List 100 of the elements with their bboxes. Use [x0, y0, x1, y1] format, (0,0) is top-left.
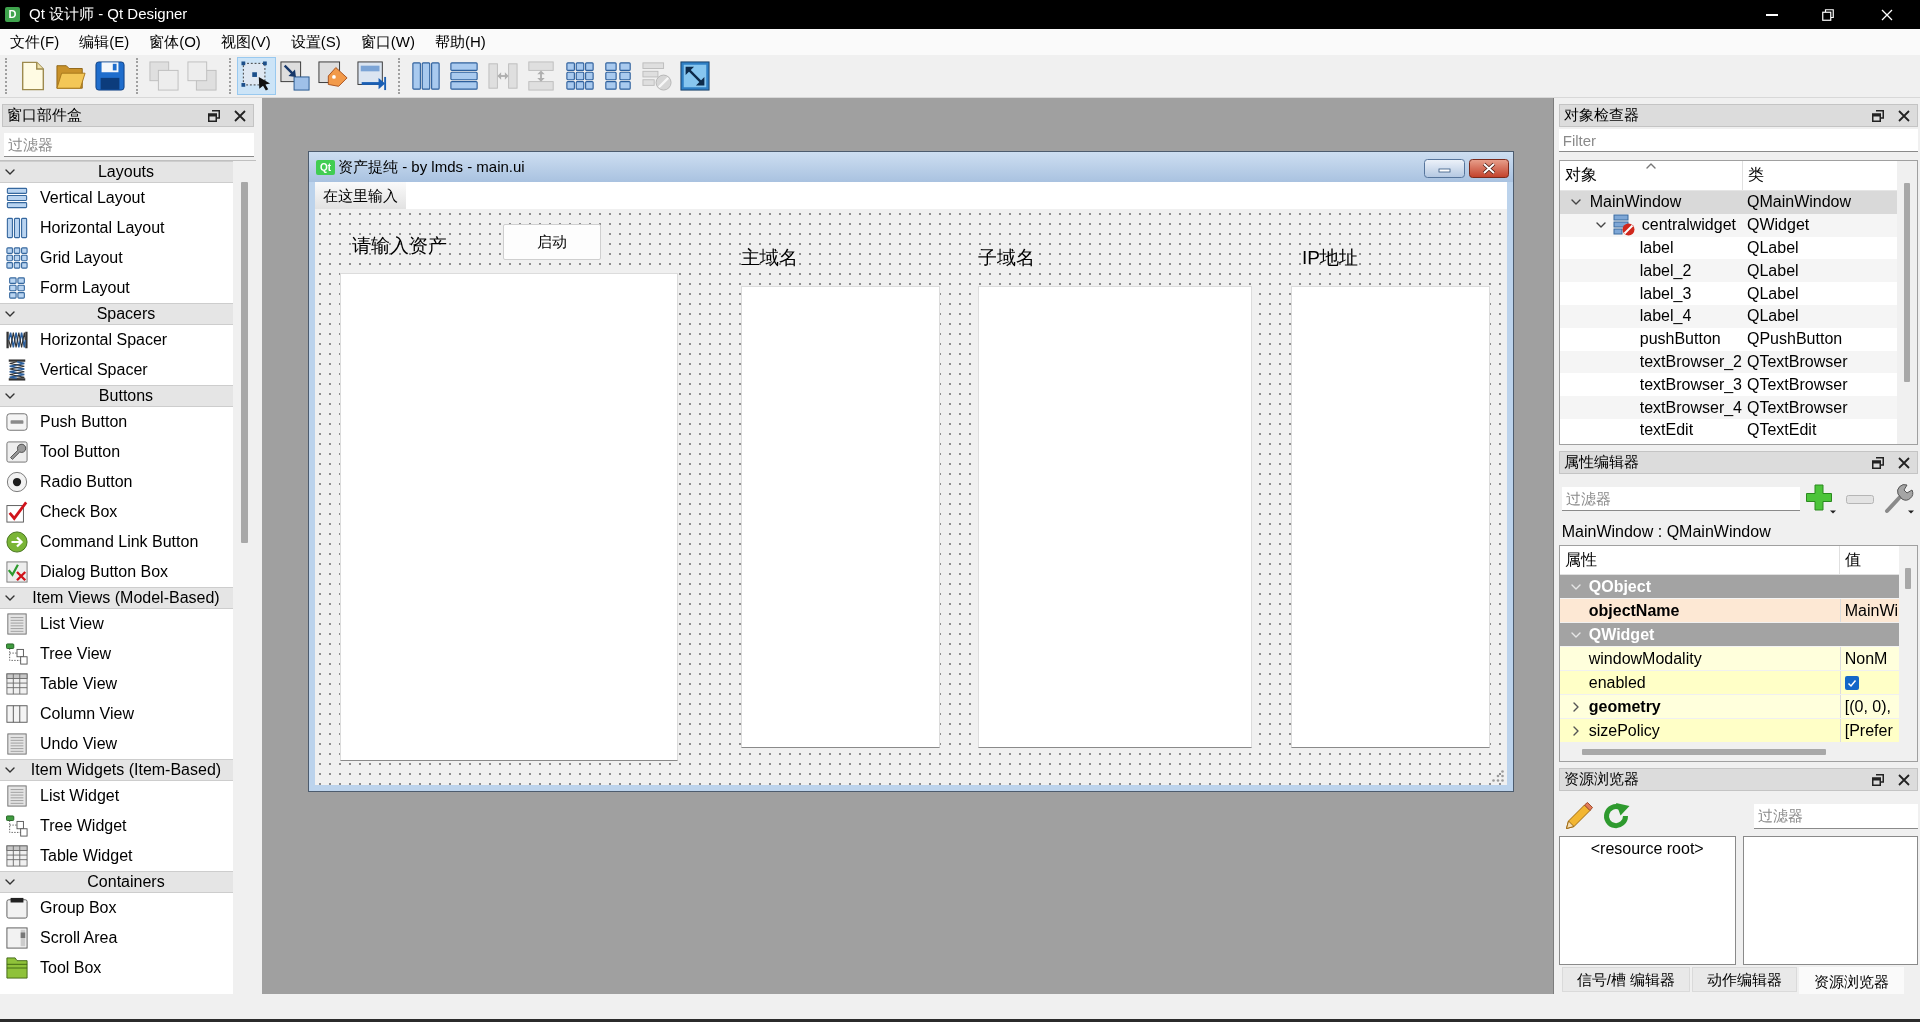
widget-item[interactable]: Vertical Spacer: [0, 355, 233, 385]
widget-item[interactable]: Vertical Layout: [0, 183, 233, 213]
widget-item[interactable]: Dialog Button Box: [0, 557, 233, 587]
resource-root[interactable]: <resource root>: [1590, 840, 1704, 858]
widget-item[interactable]: Form Layout: [0, 273, 233, 303]
menu-item[interactable]: 窗口(W): [351, 30, 424, 54]
widget-item[interactable]: Tree Widget: [0, 811, 233, 841]
widget-item[interactable]: Check Box: [0, 497, 233, 527]
column-header: 属性: [1559, 546, 1840, 574]
tree-row[interactable]: pushButton QPushButton: [1559, 327, 1897, 351]
dock-title: 对象检查器: [1563, 106, 1639, 125]
tree-row[interactable]: textEdit QTextEdit: [1559, 418, 1897, 442]
scroll-thumb[interactable]: [1581, 748, 1826, 755]
chevron-right-icon[interactable]: [1572, 701, 1579, 712]
tree-row[interactable]: textBrowser_4 QTextBrowser: [1559, 396, 1897, 419]
column-header[interactable]: 类: [1742, 161, 1897, 190]
wrench-icon[interactable]: [1883, 484, 1914, 514]
scroll-thumb[interactable]: [1905, 568, 1911, 589]
class-name: QLabel: [1747, 307, 1799, 325]
text-field[interactable]: [978, 286, 1252, 748]
menu-item[interactable]: 文件(F): [1, 30, 69, 54]
tab[interactable]: 信号/槽 编辑器: [1561, 967, 1691, 992]
class-name: QLabel: [1747, 284, 1799, 302]
menu-item[interactable]: 窗体(O): [140, 30, 210, 54]
category-header[interactable]: Item Widgets (Item-Based): [0, 759, 233, 781]
scroll-thumb[interactable]: [1904, 183, 1910, 382]
minimize-icon[interactable]: [1766, 13, 1778, 16]
category-header[interactable]: Buttons: [0, 385, 233, 407]
widget-item[interactable]: Command Link Button: [0, 527, 233, 557]
checkbox[interactable]: [1844, 675, 1859, 690]
widget-item[interactable]: Grid Layout: [0, 243, 233, 273]
category-header[interactable]: Item Views (Model-Based): [0, 587, 233, 609]
pencil-icon[interactable]: [1564, 802, 1593, 830]
category-header[interactable]: Spacers: [0, 303, 233, 325]
tab[interactable]: 动作编辑器: [1692, 967, 1798, 992]
menu-item[interactable]: 在这里输入: [315, 182, 406, 209]
menu-item[interactable]: 帮助(H): [426, 30, 495, 54]
filter-field[interactable]: 过滤器: [4, 133, 254, 157]
property-name: sizePolicy: [1587, 721, 1660, 740]
menu-item[interactable]: 视图(V): [211, 30, 280, 54]
widget-item[interactable]: Radio Button: [0, 467, 233, 497]
tree-row[interactable]: label_2 QLabel: [1559, 259, 1897, 283]
overlapping-squares-icon[interactable]: [1872, 456, 1884, 469]
close-icon[interactable]: [1898, 456, 1910, 469]
widget-item[interactable]: Table Widget: [0, 841, 233, 871]
widget-item[interactable]: Group Box: [0, 893, 233, 923]
scrollbar[interactable]: [1899, 546, 1917, 742]
object-name: textEdit: [1638, 421, 1694, 440]
tree-row[interactable]: MainWindow QMainWindow: [1559, 191, 1897, 214]
text-field[interactable]: [741, 286, 940, 748]
menu-item[interactable]: 编辑(E): [70, 30, 139, 54]
widget-item[interactable]: Tool Button: [0, 437, 233, 467]
widget-item[interactable]: Column View: [0, 699, 233, 729]
text-field[interactable]: [340, 273, 678, 761]
widget-item[interactable]: Tree View: [0, 639, 233, 669]
resize-grip-icon[interactable]: [1492, 770, 1504, 782]
chevron-down-icon[interactable]: [1595, 222, 1606, 229]
close-icon[interactable]: [1898, 773, 1910, 786]
widget-item[interactable]: Undo View: [0, 729, 233, 759]
plus-icon[interactable]: [1805, 484, 1836, 514]
widget-item[interactable]: Push Button: [0, 407, 233, 437]
widget-item[interactable]: List Widget: [0, 781, 233, 811]
widget-item[interactable]: Table View: [0, 669, 233, 699]
close-icon[interactable]: [234, 109, 246, 122]
property-name: geometry: [1587, 697, 1661, 716]
widget-item[interactable]: Tool Box: [0, 953, 233, 983]
overlapping-squares-icon[interactable]: [1872, 109, 1884, 122]
tree-row[interactable]: label_4 QLabel: [1559, 305, 1897, 328]
chevron-down-icon[interactable]: [1570, 199, 1581, 206]
tree-row[interactable]: textBrowser_2 QTextBrowser: [1559, 350, 1897, 374]
tab[interactable]: 资源浏览器: [1799, 967, 1905, 994]
chevron-right-icon[interactable]: [1572, 725, 1579, 736]
scrollbar[interactable]: [1559, 742, 1917, 761]
tree-row[interactable]: label QLabel: [1559, 236, 1897, 260]
tree-row[interactable]: centralwidget QWidget: [1559, 213, 1897, 237]
widget-item[interactable]: Horizontal Layout: [0, 213, 233, 243]
filter-field[interactable]: Filter: [1558, 129, 1918, 152]
push-button[interactable]: 启动: [503, 224, 601, 260]
category-header[interactable]: Layouts: [0, 161, 233, 183]
tree-row[interactable]: label_3 QLabel: [1559, 282, 1897, 305]
form-label: 主域名: [741, 246, 798, 270]
filter-field[interactable]: 过滤器: [1561, 487, 1800, 511]
reload-icon[interactable]: [1601, 802, 1630, 830]
menu-item[interactable]: 设置(S): [281, 30, 350, 54]
tree-row[interactable]: textBrowser_3 QTextBrowser: [1559, 373, 1897, 397]
text-field[interactable]: [1291, 286, 1490, 748]
category-header[interactable]: Containers: [0, 871, 233, 893]
close-icon[interactable]: [1469, 159, 1509, 178]
overlapping-squares-icon[interactable]: [1872, 773, 1884, 786]
column-header[interactable]: 对象: [1559, 161, 1743, 190]
filter-field[interactable]: 过滤器: [1754, 803, 1918, 829]
widget-item[interactable]: Scroll Area: [0, 923, 233, 953]
scrollbar[interactable]: [1897, 161, 1917, 444]
widget-item[interactable]: Horizontal Spacer: [0, 325, 233, 355]
widget-item[interactable]: List View: [0, 609, 233, 639]
overlapping-squares-icon[interactable]: [208, 109, 220, 122]
scroll-thumb[interactable]: [241, 182, 248, 543]
restore-icon[interactable]: [1822, 8, 1834, 21]
close-icon[interactable]: [1898, 109, 1910, 122]
object-name: textBrowser_4: [1638, 398, 1742, 417]
